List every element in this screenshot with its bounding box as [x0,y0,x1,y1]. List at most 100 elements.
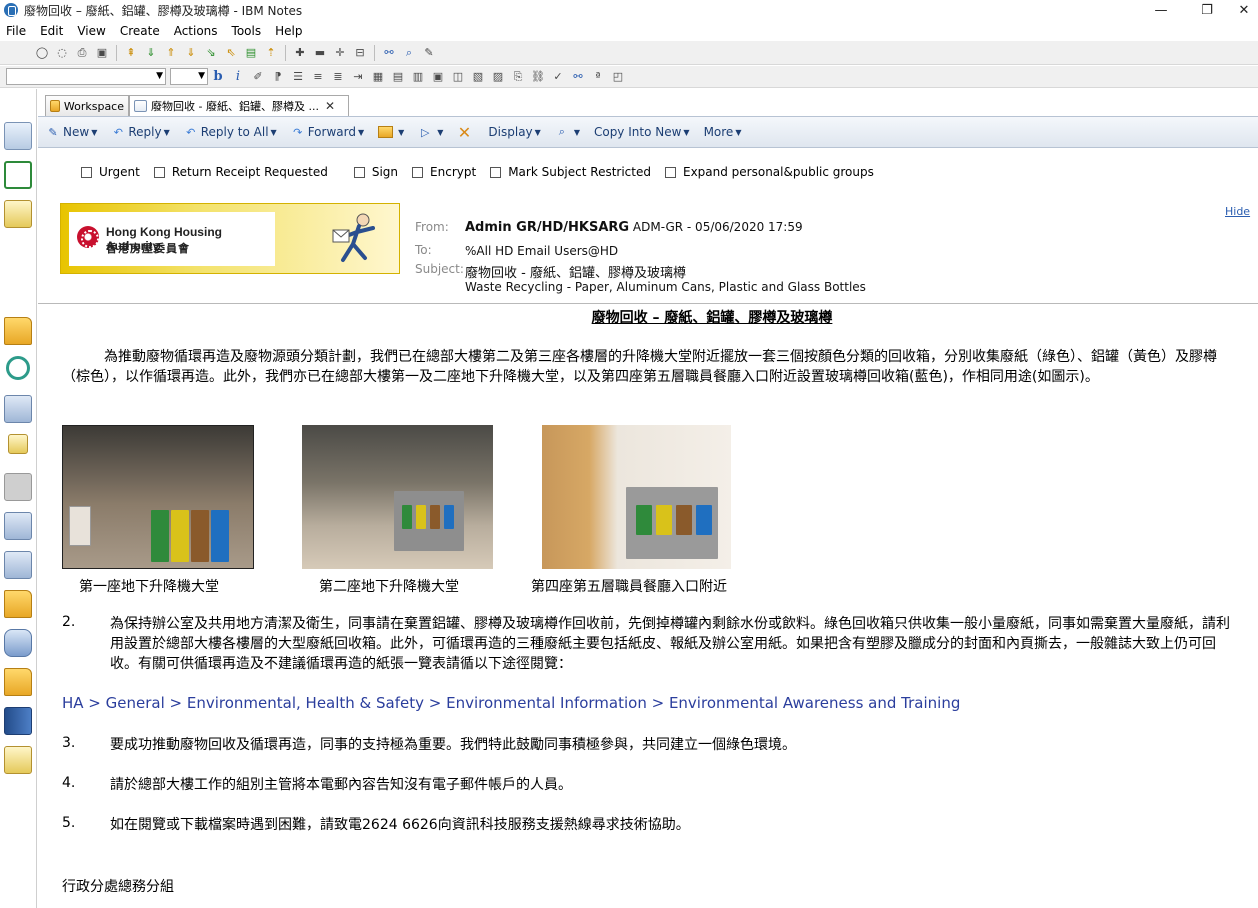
arrow-down-icon[interactable]: ⇓ [143,45,159,61]
intro-paragraph: 為推動廢物循環再造及廢物源頭分類計劃，我們已在總部大樓第二及第三座各樓層的升降機… [62,349,1217,385]
find-binoculars-icon[interactable]: ⚯ [381,45,397,61]
expand-all-icon[interactable]: ✛ [332,45,348,61]
address-book-icon[interactable] [4,707,32,735]
inbox-envelope-icon[interactable] [4,512,32,540]
menu-edit[interactable]: Edit [34,24,71,38]
font-size-select[interactable]: ▼ [170,68,208,85]
home-page-icon[interactable] [4,122,32,150]
follow-up-button[interactable]: ▷ ▼ [418,126,443,139]
table-icon[interactable]: ▦ [370,69,386,85]
mark-subject-restricted-option[interactable]: Mark Subject Restricted [490,165,651,179]
maximize-button[interactable]: ❐ [1184,0,1230,20]
urgent-option[interactable]: Urgent [81,165,140,179]
move-to-folder-button[interactable]: ▼ [378,126,404,138]
tab-email-document[interactable]: 廢物回收 - 廢紙、鋁罐、膠樽及 ... ✕ [129,95,349,116]
reply-button[interactable]: ↶ Reply ▼ [111,125,170,139]
collapse-all-icon[interactable]: ⊟ [352,45,368,61]
attachment-icon[interactable]: ⎘ [510,69,526,85]
documents-folder-icon[interactable] [4,590,32,618]
tab-workspace[interactable]: Workspace [45,95,129,116]
replicator-sync-icon[interactable] [6,356,30,380]
menu-create[interactable]: Create [114,24,168,38]
italic-icon[interactable]: i [230,69,246,85]
tab-label: 廢物回收 - 廢紙、鋁罐、膠樽及 ... [151,100,319,113]
arrow-up-icon[interactable]: ⇑ [163,45,179,61]
menu-view[interactable]: View [71,24,113,38]
expand-plus-icon[interactable]: ✚ [292,45,308,61]
close-tab-icon[interactable]: ✕ [325,99,335,113]
chevron-down-icon: ▼ [735,127,742,137]
align-icon[interactable]: ≣ [330,69,346,85]
chat-bubble-icon[interactable]: ◯ [34,45,50,61]
forward-button[interactable]: ↷ Forward ▼ [291,125,364,139]
numbered-list-icon[interactable]: ≡ [310,69,326,85]
print-icon[interactable]: ⎙ [74,45,90,61]
text-color-icon[interactable]: ⁋ [270,69,286,85]
grey-folder-icon[interactable] [4,473,32,501]
folder-up-icon[interactable]: ▤ [243,45,259,61]
delete-button[interactable]: ✕ [457,123,474,142]
mark-subject-restricted-checkbox[interactable] [490,166,502,178]
sent-envelope-icon[interactable] [4,551,32,579]
arrow-diagonal-icon[interactable]: ⇘ [203,45,219,61]
search-icon[interactable]: ⌕ [401,45,417,61]
bullet-list-icon[interactable]: ☰ [290,69,306,85]
intranet-path-link[interactable]: HA > General > Environmental, Health & S… [62,694,960,712]
link-icon[interactable]: ⛓ [530,69,546,85]
image-icon[interactable]: ◫ [450,69,466,85]
new-button[interactable]: ✎ New ▼ [46,125,97,139]
table-row-icon[interactable]: ▤ [390,69,406,85]
collapse-minus-icon[interactable]: ▬ [312,45,328,61]
reply-all-button[interactable]: ↶ Reply to All ▼ [184,125,277,139]
encrypt-checkbox[interactable] [412,166,424,178]
more-button[interactable]: More ▼ [704,125,742,139]
menu-help[interactable]: Help [269,24,310,38]
table-merge-icon[interactable]: ▧ [470,69,486,85]
expand-groups-option[interactable]: Expand personal&public groups [664,165,874,179]
web-folder-icon[interactable] [4,668,32,696]
contacts-icon[interactable] [8,434,28,454]
calendar-envelope-icon[interactable] [4,746,32,774]
find-replace-icon[interactable]: ⚯ [570,69,586,85]
minimize-button[interactable]: — [1138,0,1184,20]
todo-check-icon[interactable] [4,161,32,189]
hide-header-link[interactable]: Hide [1225,205,1250,218]
abc-icon[interactable]: ª [590,69,606,85]
picture-icon[interactable]: ▣ [430,69,446,85]
menu-tools[interactable]: Tools [226,24,270,38]
expand-groups-checkbox[interactable] [664,166,676,178]
encrypt-option[interactable]: Encrypt [412,165,476,179]
edit-pencil-icon[interactable]: ✎ [421,45,437,61]
copy-into-new-button[interactable]: Copy Into New ▼ [594,125,690,139]
ruler-icon[interactable]: ◰ [610,69,626,85]
menu-actions[interactable]: Actions [168,24,226,38]
chevron-down-icon: ▼ [163,127,170,137]
arrow-diagonal-up-icon[interactable]: ⇖ [223,45,239,61]
mail-envelope-icon[interactable] [4,200,32,228]
arrow-down-yellow-icon[interactable]: ⇓ [183,45,199,61]
table-col-icon[interactable]: ▥ [410,69,426,85]
title-bar: 廢物回收 – 廢紙、鋁罐、膠樽及玻璃樽 - IBM Notes [0,0,1258,20]
chat-bubbles-icon[interactable]: ◌ [54,45,70,61]
table-split-icon[interactable]: ▨ [490,69,506,85]
indent-icon[interactable]: ⇥ [350,69,366,85]
font-name-select[interactable]: ▼ [6,68,166,85]
sign-checkbox[interactable] [353,166,365,178]
return-receipt-option[interactable]: Return Receipt Requested [153,165,328,179]
database-icon[interactable] [4,629,32,657]
sign-option[interactable]: Sign [353,165,398,179]
spell-check-icon[interactable]: ✓ [550,69,566,85]
arrow-up-bar-icon[interactable]: ⇞ [123,45,139,61]
urgent-checkbox[interactable] [81,166,92,178]
arrow-return-icon[interactable]: ⇡ [263,45,279,61]
return-receipt-checkbox[interactable] [153,166,165,178]
workspace-icon[interactable] [4,395,32,423]
display-button[interactable]: Display ▼ [488,125,540,139]
highlight-icon[interactable]: ✐ [250,69,266,85]
menu-file[interactable]: File [0,24,34,38]
save-icon[interactable]: ▣ [94,45,110,61]
search-button[interactable]: ⌕ ▼ [555,125,580,139]
bold-icon[interactable]: b [210,69,226,85]
from-label: From: [415,220,449,234]
close-window-button[interactable]: ✕ [1230,0,1258,20]
